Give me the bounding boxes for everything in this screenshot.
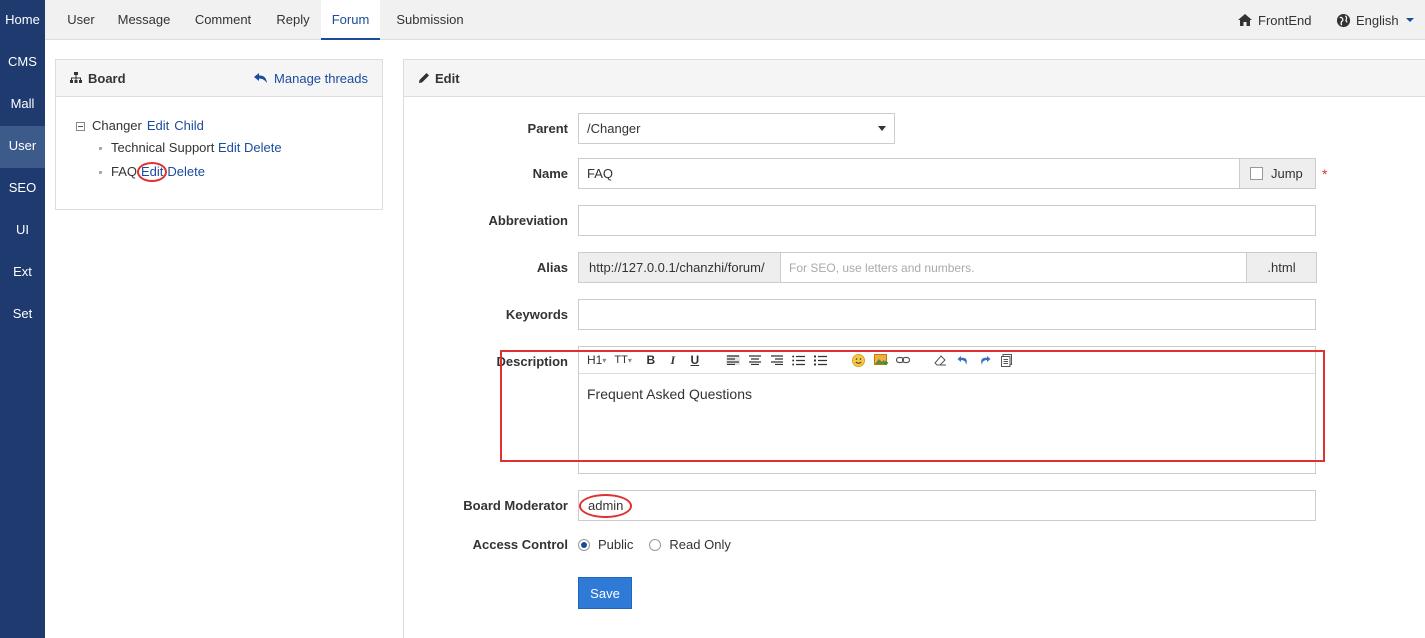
- faq-delete-link[interactable]: Delete: [167, 164, 205, 179]
- nav-set[interactable]: Set: [0, 294, 45, 336]
- nav-user[interactable]: User: [0, 126, 45, 168]
- board-header: Board Manage threads: [56, 60, 382, 97]
- alias-label: Alias: [536, 260, 568, 275]
- top-bar: User Message Comment Reply Forum Submiss…: [45, 0, 1425, 40]
- parent-select[interactable]: /Changer: [578, 113, 895, 144]
- tab-user[interactable]: User: [55, 0, 107, 40]
- name-value: FAQ: [587, 166, 614, 181]
- tree-child-technical-support: Technical Support Edit Delete: [76, 137, 382, 159]
- chevron-down-icon: [1405, 18, 1414, 22]
- nav-cms[interactable]: CMS: [0, 42, 45, 84]
- nav-mall[interactable]: Mall: [0, 84, 45, 126]
- moderator-label: Board Moderator: [463, 498, 568, 513]
- edit-header: Edit: [404, 60, 1425, 97]
- access-label: Access Control: [472, 537, 568, 552]
- pencil-icon: [419, 73, 429, 83]
- nav-home[interactable]: Home: [0, 0, 45, 42]
- alias-prefix: http://127.0.0.1/chanzhi/forum/: [578, 252, 781, 283]
- abbreviation-row: Abbreviation: [404, 205, 1316, 236]
- readonly-label: Read Only: [669, 537, 731, 552]
- edit-title: Edit: [435, 70, 460, 86]
- alias-row: Alias http://127.0.0.1/chanzhi/forum/ Fo…: [404, 252, 1317, 283]
- board-panel: Board Manage threads Changer Edit Child …: [55, 59, 383, 210]
- public-label: Public: [598, 537, 634, 552]
- parent-row: Parent /Changer: [404, 113, 895, 144]
- child-name: FAQ: [111, 164, 138, 179]
- root-child-link[interactable]: Child: [174, 115, 204, 137]
- tab-submission[interactable]: Submission: [382, 0, 478, 40]
- frontend-link[interactable]: FrontEnd: [1237, 0, 1311, 40]
- nav-ext[interactable]: Ext: [0, 252, 45, 294]
- tree-root-name: Changer: [92, 118, 142, 133]
- faq-edit-link[interactable]: Edit: [137, 162, 168, 182]
- save-row: Save: [404, 577, 632, 609]
- jump-addon: Jump: [1240, 158, 1316, 189]
- child-edit-link[interactable]: Edit: [218, 140, 240, 155]
- manage-threads-link[interactable]: Manage threads: [254, 71, 368, 86]
- collapse-icon[interactable]: [76, 121, 85, 131]
- save-button[interactable]: Save: [578, 577, 632, 609]
- board-title: Board: [88, 70, 126, 86]
- readonly-radio[interactable]: [649, 538, 662, 551]
- left-nav: Home CMS Mall User SEO UI Ext Set: [0, 0, 45, 638]
- required-marker: *: [1322, 165, 1328, 182]
- abbreviation-input[interactable]: [578, 205, 1316, 236]
- alias-suffix: .html: [1247, 252, 1317, 283]
- tree-root: Changer Edit Child: [76, 115, 382, 137]
- sitemap-icon: [70, 72, 82, 83]
- keywords-row: Keywords: [404, 299, 1316, 330]
- moderator-value: admin: [579, 493, 633, 518]
- annotation-box: [500, 350, 1325, 462]
- public-radio[interactable]: [578, 538, 590, 551]
- jump-label: Jump: [1271, 166, 1303, 181]
- access-public-option[interactable]: Public: [578, 537, 633, 552]
- abbreviation-label: Abbreviation: [488, 213, 568, 228]
- root-edit-link[interactable]: Edit: [147, 115, 169, 137]
- tab-comment[interactable]: Comment: [181, 0, 265, 40]
- chevron-down-icon: [878, 126, 886, 131]
- alias-placeholder: For SEO, use letters and numbers.: [789, 260, 975, 275]
- access-readonly-option[interactable]: Read Only: [649, 537, 731, 552]
- access-row: Access Control Public Read Only: [404, 537, 731, 552]
- name-input[interactable]: FAQ: [578, 158, 1240, 189]
- nav-seo[interactable]: SEO: [0, 168, 45, 210]
- tab-message[interactable]: Message: [107, 0, 181, 40]
- board-tree: Changer Edit Child Technical Support Edi…: [56, 97, 382, 183]
- tab-reply[interactable]: Reply: [265, 0, 321, 40]
- tree-child-faq: FAQ Edit Delete: [76, 161, 382, 183]
- child-delete-link[interactable]: Delete: [244, 140, 282, 155]
- reply-icon: [254, 73, 268, 83]
- alias-input[interactable]: For SEO, use letters and numbers.: [781, 252, 1247, 283]
- tab-forum[interactable]: Forum: [321, 0, 380, 40]
- edit-panel: Edit Parent /Changer Name FAQ Jump * Abb…: [403, 59, 1425, 638]
- parent-label: Parent: [527, 121, 568, 136]
- language-dropdown[interactable]: English: [1336, 0, 1414, 40]
- keywords-input[interactable]: [578, 299, 1316, 330]
- nav-ui[interactable]: UI: [0, 210, 45, 252]
- moderator-row: Board Moderator admin: [404, 490, 1316, 521]
- home-icon: [1238, 14, 1252, 26]
- parent-value: /Changer: [587, 121, 641, 136]
- child-name: Technical Support: [111, 140, 215, 155]
- keywords-label: Keywords: [505, 307, 568, 322]
- name-label: Name: [532, 166, 568, 181]
- frontend-label: FrontEnd: [1258, 12, 1312, 28]
- name-row: Name FAQ Jump *: [404, 158, 1327, 189]
- globe-icon: [1336, 13, 1351, 27]
- jump-checkbox[interactable]: [1250, 167, 1263, 180]
- language-label: English: [1356, 12, 1399, 28]
- moderator-input[interactable]: admin: [578, 490, 1316, 521]
- manage-threads-label: Manage threads: [274, 70, 368, 86]
